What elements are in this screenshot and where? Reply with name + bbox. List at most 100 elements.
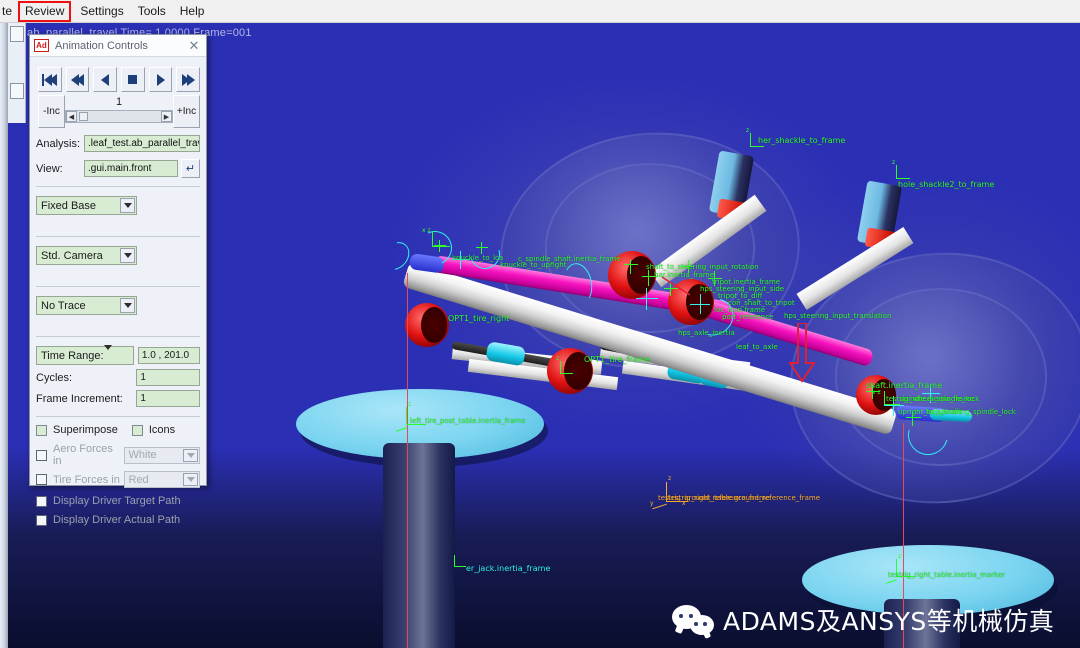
driver-actual-path-checkbox[interactable] [36, 514, 47, 526]
viewport-left-rail [0, 23, 8, 648]
driver-target-path-label: Display Driver Target Path [53, 495, 181, 507]
dialog-title-bar[interactable]: Ad Animation Controls ✕ [30, 35, 206, 57]
scroll-right-arrow-icon[interactable]: ▶ [161, 111, 172, 122]
adams-icon: Ad [34, 39, 49, 52]
spindle-cyan-right [929, 409, 973, 423]
aero-forces-row: Aero Forces in White [36, 443, 200, 467]
time-range-row: Time Range: 1.0 , 201.0 [36, 344, 200, 365]
camera-mode-select[interactable]: Std. Camera [36, 246, 137, 265]
transport-controls [38, 67, 201, 92]
tire-forces-checkbox[interactable] [36, 474, 47, 485]
divider [36, 286, 200, 287]
scrollbar-thumb[interactable] [79, 112, 88, 121]
cycles-label: Cycles: [36, 371, 73, 384]
chevron-down-icon[interactable] [120, 248, 135, 263]
aero-forces-checkbox[interactable] [36, 449, 47, 461]
watermark-text: ADAMS及ANSYS等机械仿真 [723, 607, 1055, 636]
menu-bar: te Review Settings Tools Help [0, 0, 1080, 23]
dialog-title: Animation Controls [55, 39, 148, 52]
analysis-row: Analysis: .leaf_test.ab_parallel_travel [36, 135, 200, 152]
view-row: View: .gui.main.front ↵ [36, 159, 200, 178]
divider [36, 186, 200, 187]
wechat-logo-icon [672, 605, 714, 635]
time-range-select[interactable]: Time Range: [36, 344, 134, 365]
chevron-down-icon[interactable] [103, 344, 112, 362]
skip-to-start-button[interactable] [38, 67, 62, 92]
left-post [383, 443, 455, 648]
icons-label: Icons [148, 424, 176, 436]
analysis-input[interactable]: .leaf_test.ab_parallel_travel [84, 135, 200, 152]
view-input[interactable]: .gui.main.front [84, 160, 178, 177]
driver-actual-path-label: Display Driver Actual Path [53, 514, 181, 526]
tire-forces-row: Tire Forces in Red [36, 471, 200, 488]
menu-item-settings[interactable]: Settings [73, 2, 130, 21]
model-label: her_shackle_to_frame [758, 136, 846, 145]
frame-increment-row: Frame Increment: 1 [36, 390, 200, 407]
chevron-down-icon[interactable] [120, 298, 135, 313]
viewport-toolbar[interactable] [8, 23, 26, 123]
menu-item-review[interactable]: Review [18, 0, 72, 22]
cycles-input[interactable]: 1 [136, 369, 200, 386]
model-label: leaf_to_axle [736, 343, 778, 351]
toolbar-button-2[interactable] [10, 83, 24, 99]
model-label: testrig_right_table.ground_reference_fra… [668, 494, 821, 502]
fast-forward-button[interactable] [176, 67, 201, 92]
view-label: View: [36, 162, 63, 175]
increment-button[interactable]: +Inc [173, 95, 200, 128]
chevron-down-icon[interactable] [120, 198, 135, 213]
rewind-button[interactable] [65, 67, 90, 92]
trace-mode-select[interactable]: No Trace [36, 296, 137, 315]
play-button[interactable] [148, 67, 173, 92]
icons-checkbox[interactable] [131, 424, 143, 436]
hub-center-face [627, 256, 655, 294]
time-range-input[interactable]: 1.0 , 201.0 [137, 347, 200, 364]
aero-forces-label: Aero Forces in [53, 443, 113, 467]
aero-forces-color-select[interactable]: White [123, 446, 200, 464]
tire-forces-label: Tire Forces in [53, 473, 120, 486]
base-mode-select[interactable]: Fixed Base [36, 196, 137, 215]
frame-increment-input[interactable]: 1 [136, 390, 200, 407]
camera-mode-value: Std. Camera [41, 249, 103, 262]
chevron-down-icon[interactable] [183, 473, 198, 486]
frame-scrollbar[interactable]: ◀ ▶ [65, 110, 173, 123]
driver-actual-path-row: Display Driver Actual Path [36, 514, 200, 526]
superimpose-checkbox[interactable] [36, 424, 47, 436]
tire-forces-color-select[interactable]: Red [123, 471, 200, 488]
analysis-label: Analysis: [36, 137, 81, 150]
close-icon[interactable]: ✕ [186, 38, 202, 54]
apply-view-button[interactable]: ↵ [181, 159, 200, 178]
model-label: er_jack.inertia_frame [466, 564, 551, 573]
tire-forces-color-value: Red [128, 473, 149, 486]
base-mode-value: Fixed Base [41, 199, 97, 212]
menu-item-tools[interactable]: Tools [131, 2, 173, 21]
trace-mode-value: No Trace [41, 299, 86, 312]
menu-item-help[interactable]: Help [173, 2, 212, 21]
aero-forces-color-value: White [128, 449, 157, 461]
dialog-body: -Inc 1 ◀ ▶ +Inc Analysis: .leaf_test.ab_… [30, 57, 206, 526]
driver-target-path-checkbox[interactable] [36, 495, 47, 507]
frame-stepper: -Inc 1 ◀ ▶ +Inc [38, 95, 200, 128]
decrement-button[interactable]: -Inc [38, 95, 65, 128]
hub-right-face [686, 284, 713, 320]
hub-far-right-face [872, 379, 896, 411]
superimpose-label: Superimpose [53, 424, 118, 436]
driver-target-path-row: Display Driver Target Path [36, 495, 200, 507]
frame-slider-group: 1 ◀ ▶ [65, 95, 173, 128]
model-label: hole_shackle2_to_frame [898, 180, 995, 189]
scroll-left-arrow-icon[interactable]: ◀ [66, 111, 77, 122]
divider [36, 416, 200, 417]
superimpose-row: Superimpose Icons [36, 424, 200, 436]
triad-axle-left: x z [422, 227, 460, 259]
hub-left-inner-face [564, 352, 592, 390]
menu-item-te[interactable]: te [2, 2, 16, 21]
divider [36, 336, 200, 337]
animation-controls-dialog[interactable]: Ad Animation Controls ✕ -Inc 1 ◀ ▶ +Inc … [29, 34, 207, 526]
frame-value: 1 [115, 96, 123, 108]
step-back-button[interactable] [93, 67, 118, 92]
stop-button[interactable] [121, 67, 145, 92]
frame-increment-label: Frame Increment: [36, 392, 123, 405]
model-label: testrig_ground_reference_frame [658, 494, 771, 502]
chevron-down-icon[interactable] [183, 448, 198, 462]
triad-ground-reference: z y x [650, 475, 698, 512]
toolbar-button-1[interactable] [10, 26, 24, 42]
